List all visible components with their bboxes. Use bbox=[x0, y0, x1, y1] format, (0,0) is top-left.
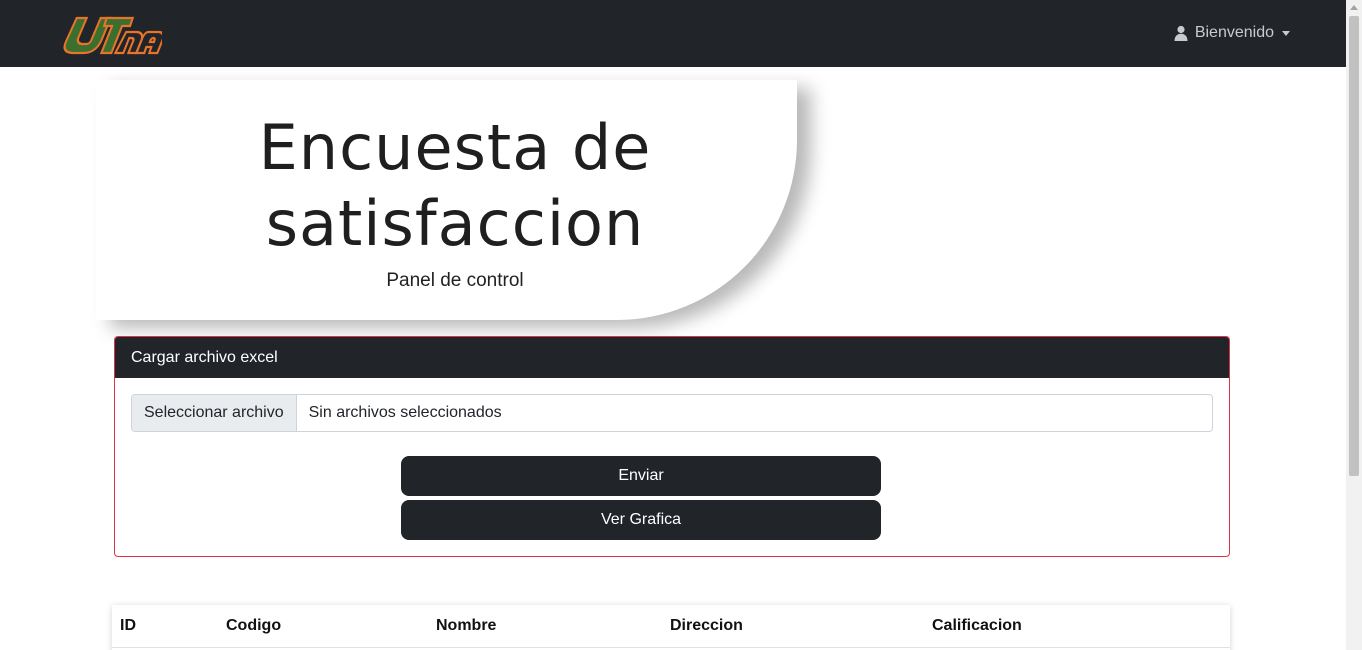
table-header-row: ID Codigo Nombre Direccion Calificacion bbox=[112, 605, 1230, 648]
page-title-line1: Encuesta de bbox=[258, 111, 652, 184]
scroll-up-arrow-icon[interactable] bbox=[1350, 5, 1358, 10]
select-file-button[interactable]: Seleccionar archivo bbox=[132, 395, 297, 431]
scrollbar-thumb[interactable] bbox=[1349, 16, 1359, 476]
utna-logo[interactable] bbox=[60, 14, 162, 60]
view-chart-button[interactable]: Ver Grafica bbox=[401, 500, 881, 540]
page-subtitle: Panel de control bbox=[386, 270, 524, 291]
file-input[interactable]: Seleccionar archivo Sin archivos selecci… bbox=[131, 394, 1213, 432]
user-menu-label: Bienvenido bbox=[1194, 24, 1274, 41]
user-icon bbox=[1174, 25, 1188, 41]
results-table: ID Codigo Nombre Direccion Calificacion bbox=[112, 605, 1230, 650]
page-title-line2: satisfaccion bbox=[265, 187, 645, 260]
column-header-calificacion: Calificacion bbox=[932, 617, 1022, 634]
page: Bienvenido Encuesta de satisfaccion Panel… bbox=[0, 0, 1346, 650]
navbar: Bienvenido bbox=[0, 0, 1346, 67]
send-button[interactable]: Enviar bbox=[401, 456, 881, 496]
upload-card: Cargar archivo excel Seleccionar archivo… bbox=[114, 336, 1230, 557]
column-header-codigo: Codigo bbox=[226, 617, 282, 634]
chevron-down-icon bbox=[1282, 30, 1290, 36]
vertical-scrollbar[interactable] bbox=[1346, 0, 1362, 650]
user-dropdown[interactable]: Bienvenido bbox=[1173, 24, 1290, 42]
column-header-direccion: Direccion bbox=[670, 617, 743, 634]
file-status: Sin archivos seleccionados bbox=[308, 404, 502, 421]
page-title: Encuesta de satisfaccion bbox=[0, 110, 910, 262]
column-header-nombre: Nombre bbox=[436, 617, 497, 634]
upload-card-header: Cargar archivo excel bbox=[115, 337, 1229, 378]
column-header-id: ID bbox=[120, 617, 136, 634]
